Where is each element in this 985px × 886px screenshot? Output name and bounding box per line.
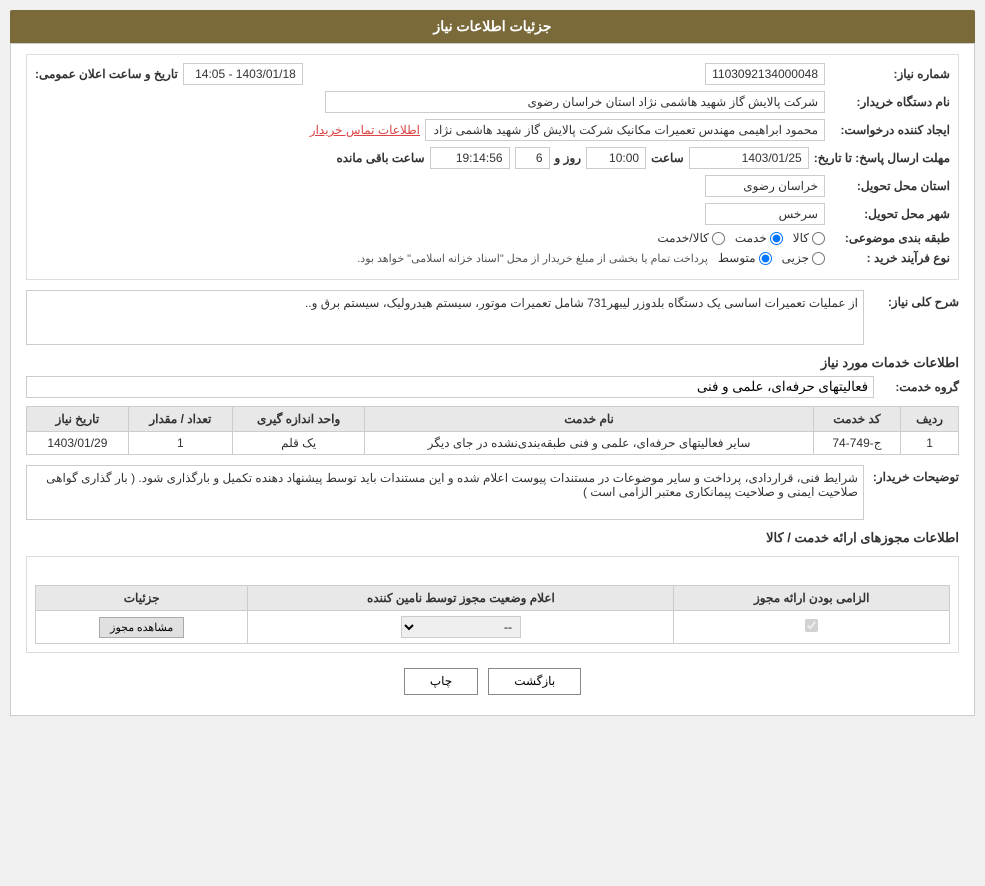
- ijad-konande-value: محمود ابراهیمی مهندس تعمیرات مکانیک شرکت…: [425, 119, 825, 141]
- radio-kala[interactable]: کالا: [793, 231, 825, 245]
- radio-jozee[interactable]: جزیی: [782, 251, 825, 265]
- mojozha-title: اطلاعات مجوزهای ارائه خدمت / کالا: [26, 530, 959, 546]
- sharh-content: از عملیات تعمیرات اساسی یک دستگاه بلدوزر…: [26, 290, 864, 345]
- row-radif: 1: [901, 432, 959, 455]
- farayand-motevaset-text: متوسط: [718, 251, 756, 265]
- row-nam: سایر فعالیتهای حرفه‌ای، علمی و فنی طبقه‌…: [365, 432, 813, 455]
- moshaheде-mojoz-button[interactable]: مشاهده مجوز: [99, 617, 184, 638]
- permit-col-vaziat: اعلام وضعیت مجوز توسط نامین کننده: [248, 586, 674, 611]
- radio-khadamat[interactable]: خدمت: [735, 231, 783, 245]
- permit-joziat-cell[interactable]: مشاهده مجوز: [36, 611, 248, 644]
- gorohe-khadamat-input[interactable]: [26, 376, 874, 398]
- shahr-label: شهر محل تحویل:: [830, 207, 950, 221]
- permit-table-row: -- مشاهده مجوز: [36, 611, 950, 644]
- permit-table: الزامی بودن ارائه مجوز اعلام وضعیت مجوز …: [35, 585, 950, 644]
- footer-buttons: بازگشت چاپ: [26, 668, 959, 695]
- permit-elzami-cell: [674, 611, 950, 644]
- nam-dastgah-value: شرکت پالایش گاز شهید هاشمی نژاد استان خر…: [325, 91, 825, 113]
- farayand-jozee-text: جزیی: [782, 251, 809, 265]
- permit-col-elzami: الزامی بودن ارائه مجوز: [674, 586, 950, 611]
- radio-motevaset[interactable]: متوسط: [718, 251, 772, 265]
- farayand-desc: پرداخت تمام یا بخشی از مبلغ خریدار از مح…: [357, 252, 708, 265]
- col-kod: کد خدمت: [813, 407, 900, 432]
- col-tarikh: تاریخ نیاز: [27, 407, 129, 432]
- mohlat-mande: 19:14:56: [430, 147, 510, 169]
- tarikh-saat-label: تاریخ و ساعت اعلان عمومی:: [35, 67, 178, 81]
- khadamat-section-title: اطلاعات خدمات مورد نیاز: [26, 355, 959, 371]
- mohlat-date: 1403/01/25: [689, 147, 809, 169]
- mande-label: ساعت باقی مانده: [336, 151, 424, 165]
- permit-col-joziat: جزئیات: [36, 586, 248, 611]
- shomare-niaz-label: شماره نیاز:: [830, 67, 950, 81]
- ijad-konande-label: ایجاد کننده درخواست:: [830, 123, 950, 137]
- tosiyeh-label: توضیحات خریدار:: [869, 465, 959, 484]
- table-row: 1 ج-749-74 سایر فعالیتهای حرفه‌ای، علمی …: [27, 432, 959, 455]
- permit-vaziat-select[interactable]: --: [401, 616, 521, 638]
- col-vahed: واحد اندازه گیری: [233, 407, 365, 432]
- khadamat-table: ردیف کد خدمت نام خدمت واحد اندازه گیری ت…: [26, 406, 959, 455]
- shomare-niaz-value: 1103092134000048: [705, 63, 825, 85]
- tabaghe-label: طبقه بندی موضوعی:: [830, 231, 950, 245]
- bazgasht-button[interactable]: بازگشت: [488, 668, 581, 695]
- roz-label: روز و: [555, 151, 582, 165]
- col-radif: ردیف: [901, 407, 959, 432]
- tabaghe-kala-text: کالا: [793, 231, 809, 245]
- chap-button[interactable]: چاپ: [404, 668, 478, 695]
- gorohe-khadamat-label: گروه خدمت:: [879, 380, 959, 394]
- row-tarikh: 1403/01/29: [27, 432, 129, 455]
- radio-kala-khadamat[interactable]: کالا/خدمت: [657, 231, 724, 245]
- sharh-label: شرح کلی نیاز:: [869, 290, 959, 309]
- tabaghe-kala-khadamat-text: کالا/خدمت: [657, 231, 708, 245]
- noe-farayand-label: نوع فرآیند خرید :: [830, 251, 950, 265]
- nam-dastgah-label: نام دستگاه خریدار:: [830, 95, 950, 109]
- row-kod: ج-749-74: [813, 432, 900, 455]
- tarikh-saat-value: 1403/01/18 - 14:05: [183, 63, 303, 85]
- row-vahed: یک قلم: [233, 432, 365, 455]
- mohlat-saat: 10:00: [586, 147, 646, 169]
- mohlat-label: مهلت ارسال پاسخ: تا تاریخ:: [814, 151, 950, 165]
- ostan-value: خراسان رضوی: [705, 175, 825, 197]
- row-tedad: 1: [128, 432, 232, 455]
- page-title: جزئیات اطلاعات نیاز: [10, 10, 975, 43]
- permit-checkbox: [805, 619, 818, 632]
- col-nam: نام خدمت: [365, 407, 813, 432]
- tamas-khardar-link[interactable]: اطلاعات تماس خریدار: [310, 123, 420, 137]
- tosiyeh-content: شرایط فنی، قراردادی، پرداخت و سایر موضوع…: [26, 465, 864, 520]
- shahr-value: سرخس: [705, 203, 825, 225]
- mohlat-roz: 6: [515, 147, 550, 169]
- saat-label: ساعت: [651, 151, 684, 165]
- ostan-label: استان محل تحویل:: [830, 179, 950, 193]
- tabaghe-khadamat-text: خدمت: [735, 231, 767, 245]
- col-tedad: تعداد / مقدار: [128, 407, 232, 432]
- permit-vaziat-cell[interactable]: --: [248, 611, 674, 644]
- permit-section: الزامی بودن ارائه مجوز اعلام وضعیت مجوز …: [26, 556, 959, 653]
